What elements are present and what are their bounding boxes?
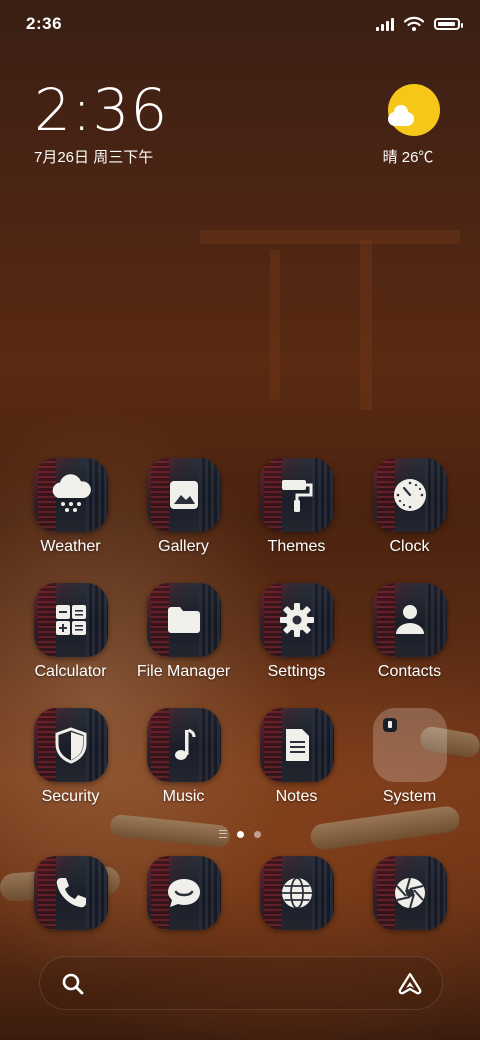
browser-icon (260, 856, 334, 930)
status-time: 2:36 (26, 14, 63, 33)
weather-icon (34, 458, 108, 532)
app-music[interactable]: Music (127, 708, 240, 816)
app-file-manager[interactable]: File Manager (127, 583, 240, 691)
weather-widget[interactable]: 晴 26℃ (383, 84, 444, 167)
signal-icon (376, 17, 394, 31)
calculator-icon (34, 583, 108, 657)
app-label: Notes (275, 788, 318, 805)
app-label: Music (162, 788, 205, 805)
app-label: Calculator (34, 663, 107, 680)
search-icon[interactable] (60, 971, 86, 997)
dock-messages[interactable] (127, 856, 240, 936)
app-grid: Weather Gallery Themes Clock Calculator … (14, 458, 466, 816)
app-weather[interactable]: Weather (14, 458, 127, 566)
app-system-folder[interactable]: System (353, 708, 466, 816)
phone-icon (34, 856, 108, 930)
app-settings[interactable]: Settings (240, 583, 353, 691)
dock-browser[interactable] (240, 856, 353, 936)
dock (14, 856, 466, 936)
app-contacts[interactable]: Contacts (353, 583, 466, 691)
paint-roller-icon (260, 458, 334, 532)
shield-icon (34, 708, 108, 782)
app-notes[interactable]: Notes (240, 708, 353, 816)
wallpaper-beam (200, 230, 460, 244)
assistant-icon[interactable] (396, 970, 424, 998)
page-dot-1 (237, 830, 244, 838)
battery-fill (438, 22, 455, 26)
sunny-cloud-icon (388, 84, 440, 136)
app-label: Themes (267, 538, 326, 555)
status-icons (376, 16, 463, 32)
app-themes[interactable]: Themes (240, 458, 353, 566)
widget-time: 2:36 (34, 76, 169, 144)
app-label: Gallery (158, 538, 209, 555)
camera-icon (373, 856, 447, 930)
app-label: System (382, 788, 437, 805)
weather-text: 晴 26℃ (382, 149, 434, 166)
document-icon (260, 708, 334, 782)
app-label: Settings (267, 663, 326, 680)
page-indicator[interactable] (0, 830, 480, 838)
app-clock[interactable]: Clock (353, 458, 466, 566)
app-label: Security (41, 788, 100, 805)
clock-widget[interactable]: 2:36 7月26日 周三下午 (34, 78, 168, 167)
wallpaper-beam (270, 250, 280, 400)
app-label: Clock (389, 538, 430, 555)
widget-date: 7月26日 周三下午 (34, 149, 154, 166)
app-label: File Manager (136, 663, 231, 680)
dock-camera[interactable] (353, 856, 466, 936)
status-bar: 2:36 (0, 0, 480, 50)
app-calculator[interactable]: Calculator (14, 583, 127, 691)
app-security[interactable]: Security (14, 708, 127, 816)
folder-group-icon (372, 708, 447, 782)
app-drawer-indicator-icon (219, 830, 227, 838)
battery-icon (434, 18, 463, 30)
app-label: Contacts (377, 663, 442, 680)
music-note-icon (147, 708, 221, 782)
wallpaper-beam (360, 240, 372, 410)
folder-icon (147, 583, 221, 657)
clock-icon (373, 458, 447, 532)
search-bar[interactable] (39, 956, 443, 1010)
dock-phone[interactable] (14, 856, 127, 936)
page-dot-2 (254, 830, 261, 838)
person-icon (373, 583, 447, 657)
gallery-icon (147, 458, 221, 532)
app-gallery[interactable]: Gallery (127, 458, 240, 566)
message-icon (147, 856, 221, 930)
gear-icon (260, 583, 334, 657)
app-label: Weather (40, 538, 101, 555)
wifi-icon (404, 16, 424, 31)
